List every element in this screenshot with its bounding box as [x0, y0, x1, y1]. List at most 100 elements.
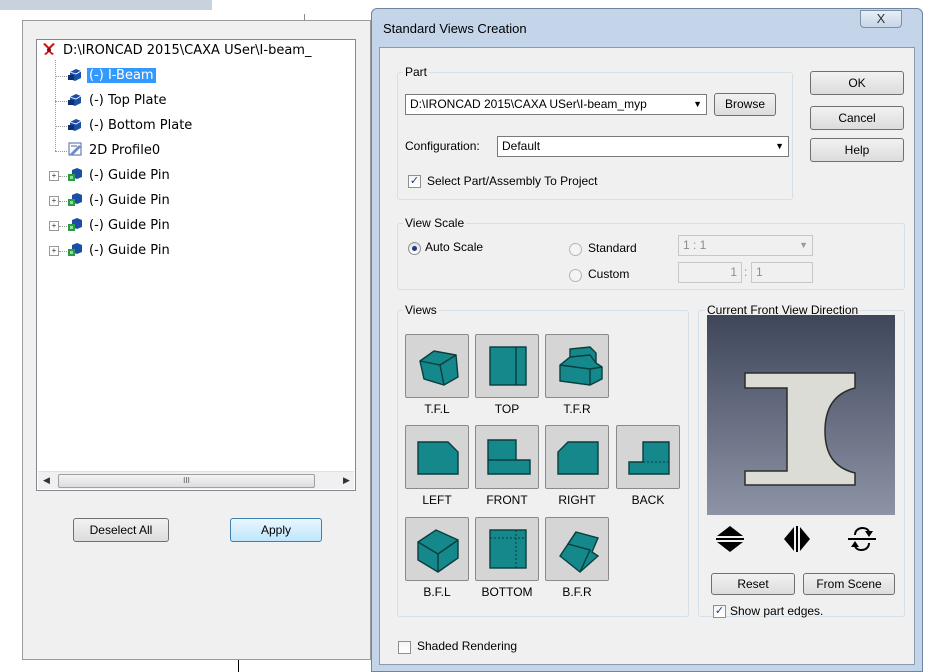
- tree-connector: [55, 76, 67, 77]
- tree-item-label: (-) I-Beam: [87, 68, 156, 83]
- custom-scale-denominator[interactable]: 1: [751, 262, 813, 283]
- expand-icon[interactable]: +: [49, 171, 59, 181]
- front-view-preview[interactable]: [707, 315, 895, 515]
- tree-item-label: (-) Guide Pin: [89, 168, 170, 183]
- tree-connector: [59, 226, 67, 227]
- close-icon[interactable]: X: [860, 10, 902, 28]
- view-button[interactable]: [545, 517, 609, 581]
- tree-item-label: (-) Guide Pin: [89, 218, 170, 233]
- scroll-left-arrow-icon[interactable]: ◀: [38, 472, 55, 489]
- tree-root[interactable]: D:\IRONCAD 2015\CAXA USer\I-beam_: [41, 41, 313, 61]
- part-selection-panel: D:\IRONCAD 2015\CAXA USer\I-beam_ ◀ III …: [22, 20, 371, 660]
- views-group-label: Views: [403, 303, 439, 317]
- back-view-icon: [628, 441, 670, 475]
- front-view-icon: [487, 439, 531, 475]
- i-beam-profile-icon: [744, 372, 856, 486]
- view-button[interactable]: [616, 425, 680, 489]
- auto-scale-radio[interactable]: [408, 242, 421, 255]
- tree-item[interactable]: (-) Guide Pin: [67, 191, 172, 211]
- expand-icon[interactable]: +: [49, 246, 59, 256]
- custom-scale-label: Custom: [588, 267, 630, 281]
- expand-icon[interactable]: +: [49, 196, 59, 206]
- part-icon: [68, 119, 82, 131]
- tree-item-label: (-) Top Plate: [89, 93, 167, 108]
- custom-scale-radio[interactable]: [569, 269, 582, 282]
- part-path-value: D:\IRONCAD 2015\CAXA USer\I-beam_myp: [410, 97, 647, 111]
- tree-item-label: 2D Profile0: [89, 143, 161, 158]
- from-scene-button[interactable]: From Scene: [803, 573, 895, 595]
- view-button[interactable]: [475, 425, 539, 489]
- standard-scale-value: 1 : 1: [683, 238, 707, 252]
- bottom-front-right-view-icon: [559, 531, 600, 573]
- view-button-label: BACK: [631, 493, 665, 507]
- configuration-select[interactable]: Default ▼: [497, 136, 789, 157]
- standard-scale-select[interactable]: 1 : 1 ▼: [678, 235, 813, 256]
- browse-button[interactable]: Browse: [714, 93, 776, 116]
- expand-icon[interactable]: +: [49, 221, 59, 231]
- tree-item-label: (-) Bottom Plate: [89, 118, 193, 133]
- cancel-button[interactable]: Cancel: [810, 106, 904, 130]
- right-view-icon: [557, 441, 599, 475]
- view-button-label: B.F.R: [562, 585, 592, 599]
- assembly-icon: [68, 243, 82, 256]
- flip-vertical-icon[interactable]: [713, 523, 747, 555]
- part-group-label: Part: [403, 65, 430, 79]
- view-button[interactable]: [475, 517, 539, 581]
- view-scale-group-label: View Scale: [403, 216, 467, 230]
- top-view-icon: [489, 346, 527, 386]
- view-button-label: LEFT: [422, 493, 452, 507]
- view-button[interactable]: [405, 334, 469, 398]
- scroll-thumb[interactable]: III: [58, 474, 315, 488]
- tree-item[interactable]: (-) I-Beam: [67, 66, 156, 86]
- view-scale-group: [397, 223, 905, 290]
- dropdown-arrow-icon: ▼: [775, 141, 784, 151]
- view-button-label: TOP: [494, 402, 520, 416]
- tree-item[interactable]: (-) Guide Pin: [67, 166, 172, 186]
- flip-horizontal-icon[interactable]: [780, 523, 814, 555]
- rotate-view-icon[interactable]: [845, 523, 879, 555]
- tree-horizontal-scrollbar[interactable]: ◀ III ▶: [38, 471, 354, 489]
- scroll-right-arrow-icon[interactable]: ▶: [338, 472, 355, 489]
- view-button-label: T.F.L: [424, 402, 450, 416]
- tree-item[interactable]: (-) Guide Pin: [67, 216, 172, 236]
- auto-scale-label: Auto Scale: [425, 240, 484, 254]
- tree-item[interactable]: (-) Bottom Plate: [67, 116, 194, 136]
- view-button[interactable]: [405, 517, 469, 581]
- part-path-select[interactable]: D:\IRONCAD 2015\CAXA USer\I-beam_myp ▼: [405, 94, 707, 115]
- tree-item[interactable]: 2D Profile0: [67, 141, 162, 161]
- checkmark-icon: ✓: [409, 175, 420, 187]
- select-part-label: Select Part/Assembly To Project: [427, 174, 598, 188]
- tree-item[interactable]: (-) Guide Pin: [67, 241, 172, 261]
- view-button-label: RIGHT: [558, 493, 596, 507]
- part-tree[interactable]: D:\IRONCAD 2015\CAXA USer\I-beam_ ◀ III …: [36, 39, 356, 491]
- show-part-edges-checkbox[interactable]: ✓: [713, 605, 726, 618]
- assembly-icon: [68, 168, 82, 181]
- help-button[interactable]: Help: [810, 138, 904, 162]
- view-button-label: T.F.R: [563, 402, 591, 416]
- view-button[interactable]: [545, 425, 609, 489]
- custom-scale-numerator[interactable]: 1: [678, 262, 742, 283]
- view-button[interactable]: [405, 425, 469, 489]
- part-icon: [68, 69, 82, 81]
- assembly-icon: [68, 218, 82, 231]
- configuration-value: Default: [502, 139, 541, 153]
- shaded-rendering-checkbox[interactable]: [398, 641, 411, 654]
- deselect-all-button[interactable]: Deselect All: [73, 518, 169, 542]
- left-view-icon: [417, 441, 459, 475]
- tree-connector: [55, 151, 67, 152]
- profile-icon: [68, 142, 82, 156]
- tree-item-label: (-) Guide Pin: [89, 193, 170, 208]
- view-button[interactable]: [475, 334, 539, 398]
- tree-connector: [59, 201, 67, 202]
- apply-button[interactable]: Apply: [230, 518, 322, 542]
- ok-button[interactable]: OK: [810, 71, 904, 95]
- dialog-title: Standard Views Creation: [383, 21, 527, 36]
- checkmark-icon: ✓: [714, 605, 725, 617]
- view-button[interactable]: [545, 334, 609, 398]
- standard-scale-radio[interactable]: [569, 243, 582, 256]
- tree-connector: [59, 176, 67, 177]
- tree-item[interactable]: (-) Top Plate: [67, 91, 169, 111]
- view-button-label: BOTTOM: [481, 585, 533, 599]
- reset-button[interactable]: Reset: [711, 573, 795, 595]
- select-part-checkbox[interactable]: ✓: [408, 175, 421, 188]
